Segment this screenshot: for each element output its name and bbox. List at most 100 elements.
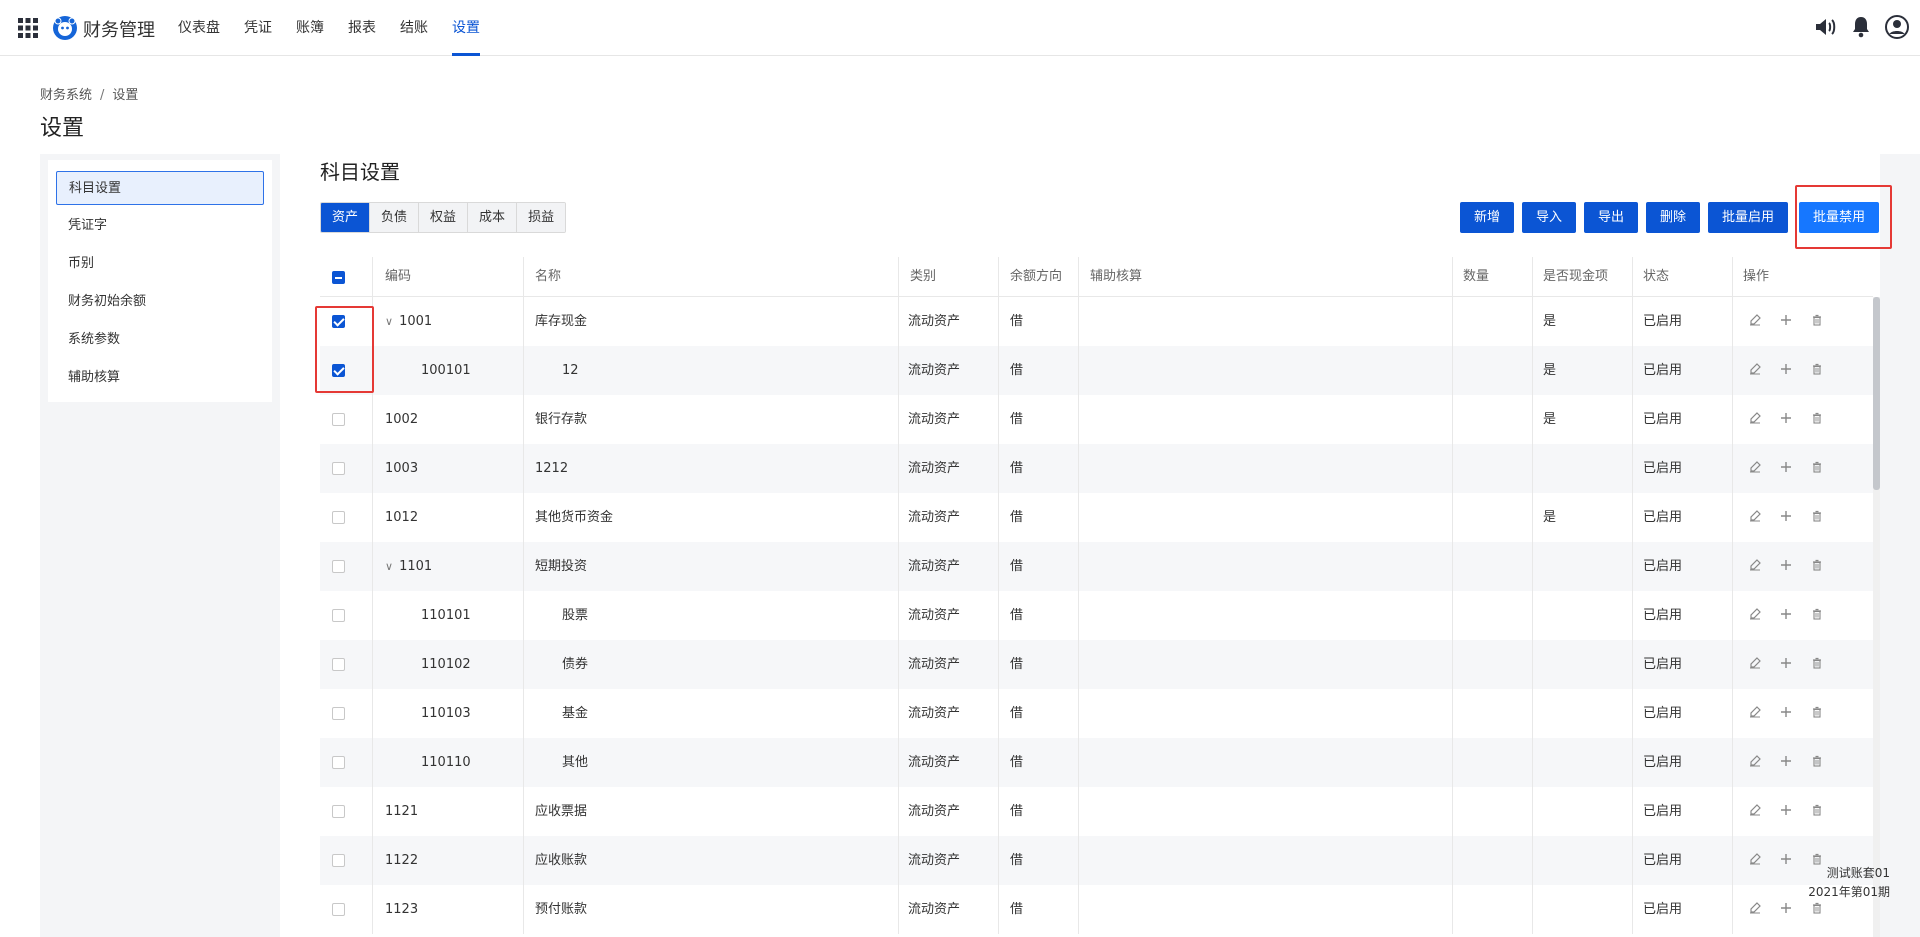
trash-icon[interactable] — [1810, 705, 1824, 723]
plus-icon[interactable] — [1779, 803, 1793, 821]
row-checkbox[interactable] — [332, 560, 345, 573]
plus-icon[interactable] — [1779, 607, 1793, 625]
row-checkbox[interactable] — [332, 854, 345, 867]
plus-icon[interactable] — [1779, 901, 1793, 919]
plus-icon[interactable] — [1779, 460, 1793, 478]
nav-settings[interactable]: 设置 — [452, 0, 480, 56]
batch-disable-button[interactable]: 批量禁用 — [1799, 202, 1879, 233]
table-row[interactable]: 110110 其他 流动资产 借 已启用 — [320, 738, 1873, 787]
tab-equity[interactable]: 权益 — [419, 203, 469, 232]
sidebar-item-voucher-word[interactable]: 凭证字 — [56, 209, 264, 243]
plus-icon[interactable] — [1779, 852, 1793, 870]
plus-icon[interactable] — [1779, 411, 1793, 429]
trash-icon[interactable] — [1810, 558, 1824, 576]
tab-liabilities[interactable]: 负债 — [370, 203, 420, 232]
row-checkbox[interactable] — [332, 315, 345, 328]
trash-icon[interactable] — [1810, 411, 1824, 429]
edit-icon[interactable] — [1748, 558, 1762, 576]
row-checkbox[interactable] — [332, 609, 345, 622]
edit-icon[interactable] — [1748, 852, 1762, 870]
trash-icon[interactable] — [1810, 509, 1824, 527]
tab-cost[interactable]: 成本 — [468, 203, 518, 232]
trash-icon[interactable] — [1810, 607, 1824, 625]
sidebar-item-account-settings[interactable]: 科目设置 — [56, 171, 264, 205]
row-checkbox[interactable] — [332, 707, 345, 720]
row-checkbox[interactable] — [332, 805, 345, 818]
table-row[interactable]: 110103 基金 流动资产 借 已启用 — [320, 689, 1873, 738]
speaker-icon[interactable] — [1812, 14, 1838, 40]
table-row[interactable]: 110102 债券 流动资产 借 已启用 — [320, 640, 1873, 689]
edit-icon[interactable] — [1748, 607, 1762, 625]
edit-icon[interactable] — [1748, 656, 1762, 674]
tab-assets[interactable]: 资产 — [321, 203, 371, 232]
row-actions — [1748, 493, 1824, 542]
tab-profit-loss[interactable]: 损益 — [517, 203, 566, 232]
chevron-down-icon[interactable]: ∨ — [385, 542, 393, 591]
trash-icon[interactable] — [1810, 362, 1824, 380]
sidebar-item-initial-balance[interactable]: 财务初始余额 — [56, 285, 264, 319]
row-checkbox[interactable] — [332, 511, 345, 524]
select-all-checkbox[interactable] — [332, 271, 345, 284]
table-row[interactable]: ∨ 1101 短期投资 流动资产 借 已启用 — [320, 542, 1873, 591]
trash-icon[interactable] — [1810, 313, 1824, 331]
apps-grid-icon[interactable] — [18, 18, 38, 38]
app-brand[interactable]: 财务管理 — [83, 16, 155, 42]
table-row[interactable]: 110101 股票 流动资产 借 已启用 — [320, 591, 1873, 640]
nav-voucher[interactable]: 凭证 — [244, 0, 272, 56]
row-checkbox[interactable] — [332, 462, 345, 475]
edit-icon[interactable] — [1748, 460, 1762, 478]
sidebar-item-aux-accounting[interactable]: 辅助核算 — [56, 361, 264, 395]
row-checkbox[interactable] — [332, 658, 345, 671]
sidebar-item-system-params[interactable]: 系统参数 — [56, 323, 264, 357]
plus-icon[interactable] — [1779, 509, 1793, 527]
edit-icon[interactable] — [1748, 803, 1762, 821]
table-row[interactable]: 1003 1212 流动资产 借 已启用 — [320, 444, 1873, 493]
nav-ledger[interactable]: 账簿 — [296, 0, 324, 56]
trash-icon[interactable] — [1810, 803, 1824, 821]
sidebar-item-currency[interactable]: 币别 — [56, 247, 264, 281]
delete-button[interactable]: 删除 — [1646, 202, 1700, 233]
edit-icon[interactable] — [1748, 509, 1762, 527]
trash-icon[interactable] — [1810, 901, 1824, 919]
chevron-down-icon[interactable]: ∨ — [385, 297, 393, 346]
edit-icon[interactable] — [1748, 705, 1762, 723]
nav-report[interactable]: 报表 — [348, 0, 376, 56]
plus-icon[interactable] — [1779, 362, 1793, 380]
table-row[interactable]: ∨ 1001 库存现金 流动资产 借 是 已启用 — [320, 297, 1873, 346]
row-checkbox[interactable] — [332, 903, 345, 916]
user-icon[interactable] — [1884, 14, 1910, 40]
export-button[interactable]: 导出 — [1584, 202, 1638, 233]
row-checkbox[interactable] — [332, 756, 345, 769]
plus-icon[interactable] — [1779, 754, 1793, 772]
batch-enable-button[interactable]: 批量启用 — [1708, 202, 1788, 233]
breadcrumb-root[interactable]: 财务系统 — [40, 88, 92, 103]
add-button[interactable]: 新增 — [1460, 202, 1514, 233]
table-scrollbar-thumb[interactable] — [1873, 297, 1880, 490]
table-row[interactable]: 100101 12 流动资产 借 是 已启用 — [320, 346, 1873, 395]
plus-icon[interactable] — [1779, 558, 1793, 576]
nav-dashboard[interactable]: 仪表盘 — [178, 0, 220, 56]
table-row[interactable]: 1121 应收票据 流动资产 借 已启用 — [320, 787, 1873, 836]
trash-icon[interactable] — [1810, 656, 1824, 674]
edit-icon[interactable] — [1748, 411, 1762, 429]
cell-category: 流动资产 — [908, 363, 961, 378]
edit-icon[interactable] — [1748, 313, 1762, 331]
edit-icon[interactable] — [1748, 901, 1762, 919]
trash-icon[interactable] — [1810, 460, 1824, 478]
edit-icon[interactable] — [1748, 362, 1762, 380]
table-row[interactable]: 1012 其他货币资金 流动资产 借 是 已启用 — [320, 493, 1873, 542]
bell-icon[interactable] — [1848, 14, 1874, 40]
code-text: 110110 — [421, 755, 471, 770]
import-button[interactable]: 导入 — [1522, 202, 1576, 233]
plus-icon[interactable] — [1779, 705, 1793, 723]
trash-icon[interactable] — [1810, 754, 1824, 772]
row-checkbox[interactable] — [332, 413, 345, 426]
edit-icon[interactable] — [1748, 754, 1762, 772]
plus-icon[interactable] — [1779, 313, 1793, 331]
table-row[interactable]: 1122 应收账款 流动资产 借 已启用 — [320, 836, 1873, 885]
table-row[interactable]: 1002 银行存款 流动资产 借 是 已启用 — [320, 395, 1873, 444]
row-checkbox[interactable] — [332, 364, 345, 377]
table-row[interactable]: 1123 预付账款 流动资产 借 已启用 — [320, 885, 1873, 934]
plus-icon[interactable] — [1779, 656, 1793, 674]
nav-closing[interactable]: 结账 — [400, 0, 428, 56]
